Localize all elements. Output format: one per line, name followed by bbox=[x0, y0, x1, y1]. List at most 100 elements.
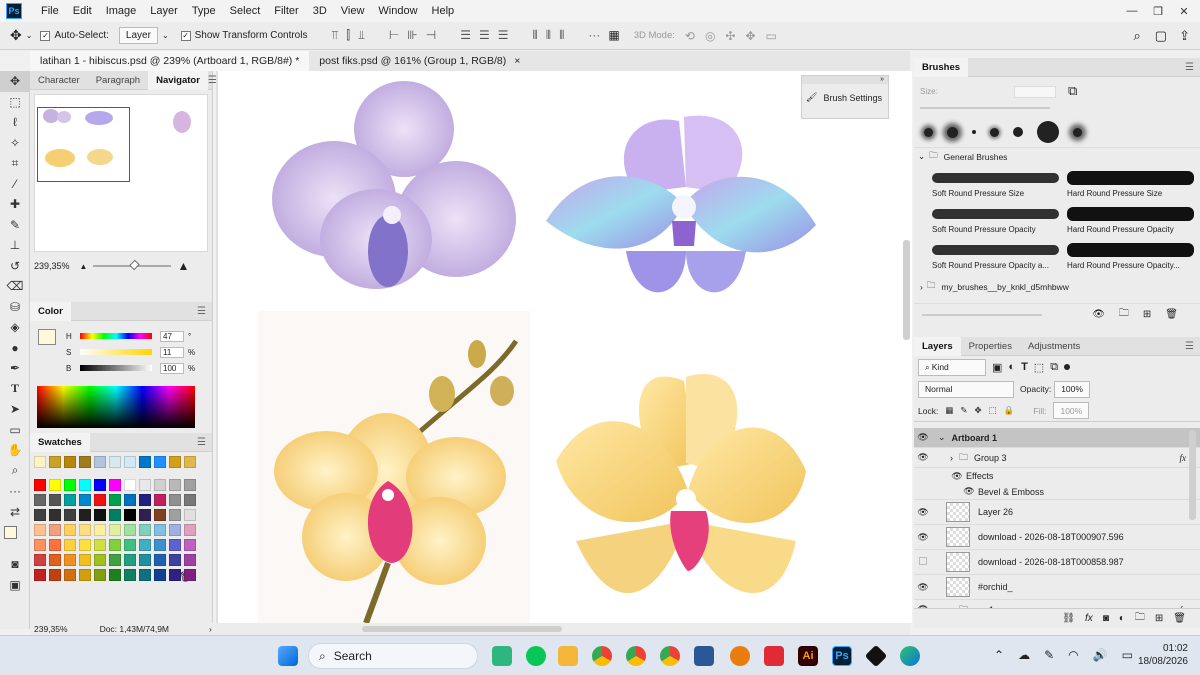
distribute-right-icon[interactable]: ⦀ bbox=[559, 28, 564, 43]
folder-icon[interactable]: 🗀 bbox=[1135, 610, 1145, 627]
filter-shape-icon[interactable]: ⬚ bbox=[1034, 361, 1044, 374]
chevron-right-icon[interactable]: › bbox=[209, 624, 212, 634]
blur-tool-icon[interactable]: ◈ bbox=[0, 317, 30, 338]
magic-wand-icon[interactable]: ✧ bbox=[0, 133, 30, 154]
brush-group-custom[interactable]: › 🗀 my_brushes__by_knkl_d5mhbww bbox=[914, 277, 1200, 297]
color-swatch[interactable] bbox=[49, 494, 61, 506]
delete-icon[interactable]: 🗑 bbox=[1165, 309, 1178, 320]
taskbar-search[interactable]: ⌕ Search bbox=[308, 643, 478, 669]
marquee-tool-icon[interactable]: ⬚ bbox=[0, 92, 30, 113]
color-swatch[interactable] bbox=[139, 524, 151, 536]
menu-help[interactable]: Help bbox=[425, 5, 462, 17]
more-options-icon[interactable]: ··· bbox=[588, 28, 600, 43]
brush-preset-hard[interactable] bbox=[1037, 121, 1059, 143]
filter-smart-object-icon[interactable]: ⧉ bbox=[1050, 361, 1058, 374]
color-swatch[interactable] bbox=[34, 456, 46, 468]
panel-menu-icon[interactable]: ☰ bbox=[197, 437, 206, 448]
chevron-down-icon[interactable]: ⌄ bbox=[26, 31, 33, 40]
brush-preview-slider[interactable] bbox=[922, 314, 1042, 316]
color-swatch[interactable] bbox=[109, 539, 121, 551]
color-swatch[interactable] bbox=[34, 539, 46, 551]
color-swatch[interactable] bbox=[79, 479, 91, 491]
color-swatch[interactable] bbox=[49, 524, 61, 536]
brush-settings-button[interactable]: 🖌 Brush Settings bbox=[802, 84, 888, 111]
edge-icon[interactable] bbox=[900, 646, 920, 666]
chevron-down-icon[interactable]: ⌄ bbox=[162, 31, 169, 40]
brush-item[interactable]: Hard Round Pressure Size bbox=[1067, 165, 1194, 201]
color-swatch[interactable] bbox=[49, 569, 61, 581]
color-swatch[interactable] bbox=[184, 554, 196, 566]
tab-navigator[interactable]: Navigator bbox=[148, 70, 208, 90]
color-swatch[interactable] bbox=[154, 479, 166, 491]
color-swatch[interactable] bbox=[64, 554, 76, 566]
color-swatch[interactable] bbox=[49, 554, 61, 566]
panel-menu-icon[interactable]: ☰ bbox=[1185, 62, 1194, 73]
color-swatch[interactable] bbox=[79, 456, 91, 468]
color-swatch[interactable] bbox=[94, 524, 106, 536]
delete-icon[interactable]: 🗑 bbox=[1173, 613, 1186, 624]
brush-tool-icon[interactable]: ✎ bbox=[0, 215, 30, 236]
3d-roll-icon[interactable]: ◎ bbox=[705, 29, 715, 43]
3d-camera-icon[interactable]: ▭ bbox=[766, 29, 777, 43]
app-dark-icon[interactable] bbox=[864, 644, 888, 668]
menu-image[interactable]: Image bbox=[99, 5, 144, 17]
zoom-out-icon[interactable]: ▲ bbox=[80, 262, 88, 271]
color-swatch[interactable] bbox=[124, 554, 136, 566]
color-swatch[interactable] bbox=[154, 539, 166, 551]
foreground-color-swatch[interactable] bbox=[4, 526, 17, 539]
menu-view[interactable]: View bbox=[334, 5, 372, 17]
brush-preset-hard[interactable] bbox=[972, 130, 976, 134]
screen-mode-icon[interactable]: ▣ bbox=[0, 575, 30, 596]
color-swatch[interactable] bbox=[139, 479, 151, 491]
color-swatch[interactable] bbox=[94, 554, 106, 566]
tab-character[interactable]: Character bbox=[30, 71, 88, 90]
color-swatch[interactable] bbox=[49, 509, 61, 521]
line-app-icon[interactable] bbox=[526, 646, 546, 666]
chrome-icon[interactable] bbox=[626, 646, 646, 666]
tab-color[interactable]: Color bbox=[30, 301, 71, 321]
color-swatch[interactable] bbox=[124, 456, 136, 468]
move-tool-icon[interactable]: ✥ bbox=[0, 71, 30, 92]
link-layers-icon[interactable]: ⛓ bbox=[1062, 613, 1075, 624]
fx-badge[interactable]: fx bbox=[1180, 453, 1187, 463]
color-swatch[interactable] bbox=[94, 539, 106, 551]
brush-preset-hard[interactable] bbox=[1013, 127, 1023, 137]
color-swatch[interactable] bbox=[109, 494, 121, 506]
brush-item[interactable]: Soft Round Pressure Opacity bbox=[932, 201, 1059, 237]
color-swatch[interactable] bbox=[184, 569, 196, 581]
word-icon[interactable] bbox=[694, 646, 714, 666]
tab-paragraph[interactable]: Paragraph bbox=[88, 71, 148, 90]
menu-select[interactable]: Select bbox=[223, 5, 268, 17]
tab-layers[interactable]: Layers bbox=[914, 336, 961, 356]
pen-tool-icon[interactable]: ✒ bbox=[0, 358, 30, 379]
menu-window[interactable]: Window bbox=[371, 5, 424, 17]
blend-mode-dropdown[interactable]: Normal bbox=[918, 380, 1014, 398]
align-vcenter-icon[interactable]: ⫿ bbox=[346, 28, 350, 43]
color-swatch[interactable] bbox=[124, 494, 136, 506]
menu-3d[interactable]: 3D bbox=[306, 5, 334, 17]
menu-file[interactable]: File bbox=[34, 5, 66, 17]
color-swatch[interactable] bbox=[139, 554, 151, 566]
color-swatch[interactable] bbox=[154, 456, 166, 468]
brush-size-input[interactable] bbox=[1014, 86, 1056, 98]
lock-artboard-icon[interactable]: ⬚ bbox=[989, 405, 997, 416]
chrome-icon[interactable] bbox=[660, 646, 680, 666]
brush-preset-soft[interactable] bbox=[924, 127, 933, 137]
color-swatch[interactable] bbox=[109, 569, 121, 581]
share-icon[interactable]: ⇪ bbox=[1179, 28, 1190, 44]
color-swatch[interactable] bbox=[79, 539, 91, 551]
path-select-icon[interactable]: ➤ bbox=[0, 399, 30, 420]
tab-properties[interactable]: Properties bbox=[961, 337, 1020, 356]
color-swatch[interactable] bbox=[109, 524, 121, 536]
clock[interactable]: 01:02 18/08/2026 bbox=[1128, 642, 1188, 668]
file-explorer-icon[interactable] bbox=[558, 646, 578, 666]
chevron-up-icon[interactable]: ⌃ bbox=[994, 648, 1004, 662]
blender-icon[interactable] bbox=[730, 646, 750, 666]
menu-edit[interactable]: Edit bbox=[66, 5, 99, 17]
color-swatch[interactable] bbox=[184, 539, 196, 551]
tab-brushes[interactable]: Brushes bbox=[914, 57, 969, 77]
hue-value[interactable]: 47 bbox=[160, 330, 184, 342]
eye-icon[interactable]: 👁 bbox=[960, 486, 978, 497]
brightness-slider[interactable] bbox=[80, 365, 152, 371]
color-swatch[interactable] bbox=[154, 494, 166, 506]
